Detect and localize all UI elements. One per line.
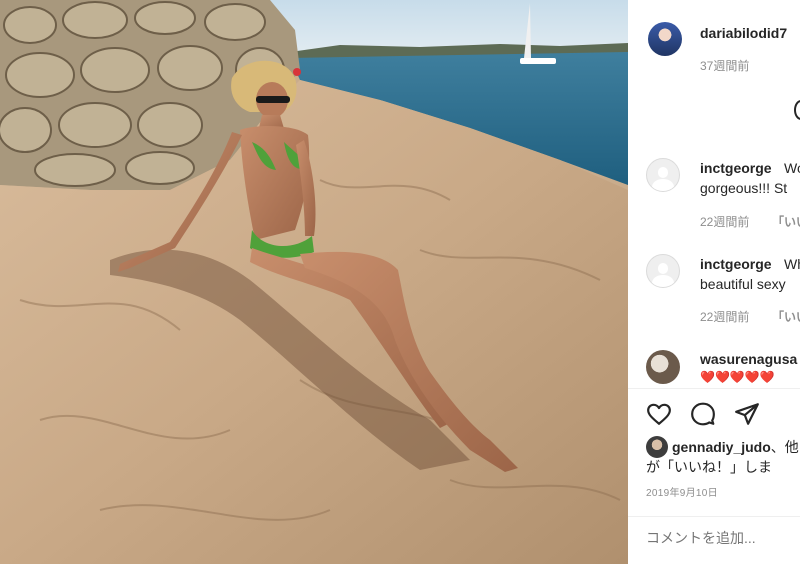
- liker-avatar[interactable]: [646, 436, 668, 458]
- post-side-panel: dariabilodid7 37週間前 inctgeorge Wo gorgeo…: [628, 0, 800, 564]
- comment-text-continued: beautiful sexy: [700, 276, 786, 292]
- post-age[interactable]: 37週間前: [700, 57, 749, 74]
- comment-text: ❤️❤️❤️❤️❤️: [700, 370, 775, 384]
- comment-bubble-icon[interactable]: [690, 401, 716, 427]
- comment-text-continued: gorgeous!!! St: [700, 180, 788, 196]
- owner-username[interactable]: dariabilodid7: [700, 25, 787, 41]
- likes-summary: gennadiy_judo、他: [672, 437, 799, 457]
- owner-avatar[interactable]: [648, 22, 682, 56]
- likes-summary-continued: が「いいね！」しま: [646, 459, 772, 475]
- comment-age[interactable]: 22週間前: [700, 213, 749, 230]
- commenter-avatar[interactable]: [646, 350, 680, 384]
- comment-username[interactable]: inctgeorge: [700, 160, 772, 176]
- liker-username[interactable]: gennadiy_judo: [672, 439, 771, 455]
- add-comment-input[interactable]: [646, 530, 796, 546]
- comment-box-divider: [628, 516, 800, 517]
- like-heart-icon[interactable]: [646, 401, 672, 427]
- likes-others[interactable]: 、他: [771, 439, 799, 455]
- comment-username[interactable]: inctgeorge: [700, 256, 772, 272]
- panel-divider: [628, 388, 800, 389]
- comment-like-count[interactable]: 「いい: [772, 213, 800, 230]
- share-plane-icon[interactable]: [734, 401, 760, 427]
- comment-age[interactable]: 22週間前: [700, 308, 749, 325]
- photo-illustration: [0, 0, 628, 564]
- comment-username[interactable]: wasurenagusa: [700, 351, 797, 367]
- post-photo[interactable]: [0, 0, 628, 564]
- comment-like-count[interactable]: 「いい: [772, 308, 800, 325]
- commenter-avatar[interactable]: [646, 158, 680, 192]
- post-date[interactable]: 2019年9月10日: [646, 484, 718, 499]
- more-options-icon[interactable]: [794, 100, 800, 120]
- comment-text: Wh: [784, 256, 800, 272]
- comment-text: Wo: [784, 160, 800, 176]
- commenter-avatar[interactable]: [646, 254, 680, 288]
